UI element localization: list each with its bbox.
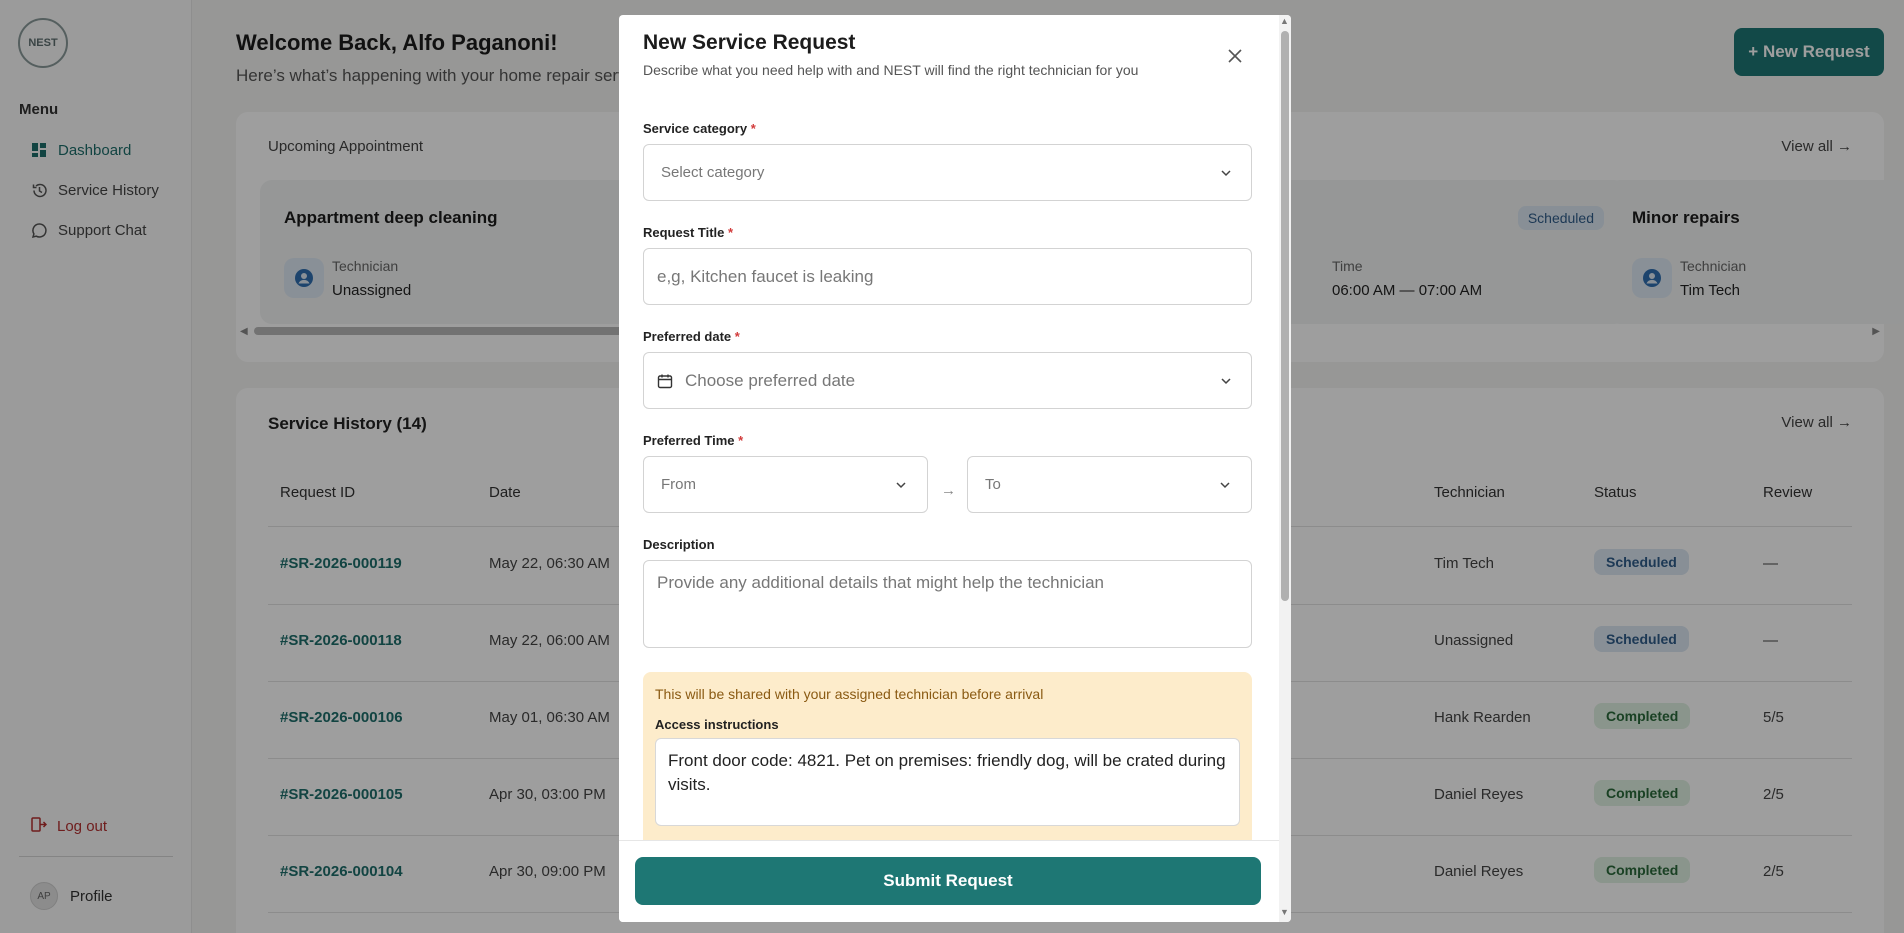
chevron-down-icon [1221, 170, 1231, 177]
submit-request-button[interactable]: Submit Request [635, 857, 1261, 905]
access-instructions-textarea[interactable]: Front door code: 4821. Pet on premises: … [655, 738, 1240, 826]
modal-scroll-thumb[interactable] [1281, 31, 1289, 601]
description-placeholder: Provide any additional details that migh… [657, 573, 1105, 592]
access-instructions-label: Access instructions [655, 717, 779, 732]
category-select[interactable]: Select category [643, 144, 1252, 201]
chevron-down-icon [896, 482, 906, 489]
required-marker: * [734, 329, 740, 344]
close-icon[interactable] [1223, 44, 1247, 68]
preferred-date-picker[interactable]: Choose preferred date [643, 352, 1252, 409]
description-textarea[interactable]: Provide any additional details that migh… [643, 560, 1252, 648]
time-to-placeholder: To [985, 476, 1001, 493]
required-marker: * [728, 225, 734, 240]
request-title-label: Request Title * [643, 225, 734, 240]
preferred-date-label: Preferred date * [643, 329, 740, 344]
new-service-request-modal: New Service Request Describe what you ne… [619, 15, 1291, 922]
request-title-placeholder: e,g, Kitchen faucet is leaking [657, 267, 874, 286]
time-from-select[interactable]: From [643, 456, 928, 513]
required-marker: * [750, 121, 756, 136]
modal-title: New Service Request [643, 31, 856, 54]
preferred-time-label: Preferred Time * [643, 433, 744, 448]
request-title-input[interactable]: e,g, Kitchen faucet is leaking [643, 248, 1252, 305]
category-placeholder: Select category [661, 164, 765, 181]
scroll-up-icon[interactable]: ▲ [1280, 16, 1289, 26]
arrow-right-icon: → [941, 482, 956, 499]
time-from-placeholder: From [661, 476, 696, 493]
category-label: Service category * [643, 121, 756, 136]
chevron-down-icon [1221, 378, 1231, 385]
calendar-icon [657, 374, 673, 389]
required-marker: * [738, 433, 744, 448]
preferred-date-placeholder: Choose preferred date [685, 371, 856, 390]
access-notice-text: This will be shared with your assigned t… [655, 686, 1044, 702]
chevron-down-icon [1220, 482, 1230, 489]
description-label: Description [643, 537, 715, 552]
modal-subtitle: Describe what you need help with and NES… [643, 62, 1139, 78]
modal-footer: Submit Request [619, 840, 1279, 922]
time-to-select[interactable]: To [967, 456, 1252, 513]
scroll-down-icon[interactable]: ▼ [1280, 907, 1289, 917]
modal-scrollbar[interactable]: ▲ ▼ [1279, 15, 1291, 922]
